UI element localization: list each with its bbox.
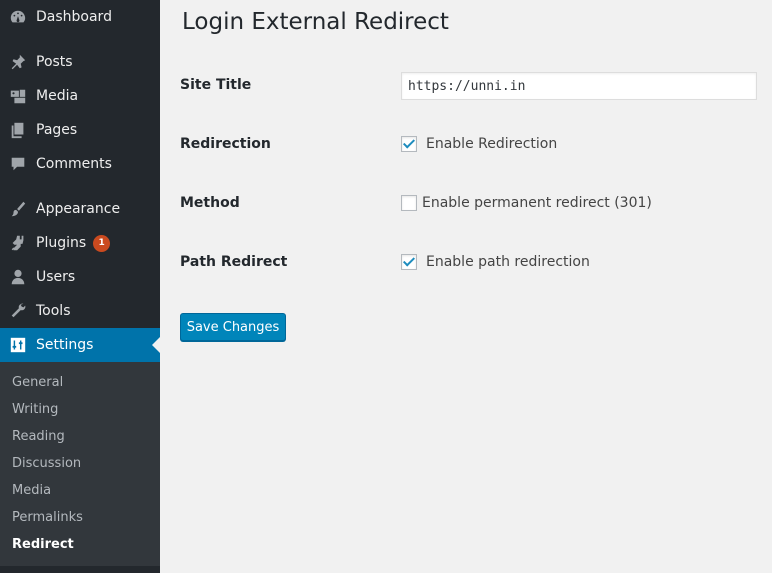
sidebar-item-posts[interactable]: Posts (0, 45, 160, 79)
media-icon (8, 86, 28, 106)
submenu-item-media[interactable]: Media (12, 483, 51, 498)
sidebar-item-label: Appearance (36, 201, 121, 217)
sidebar-item-label: Settings (36, 337, 94, 353)
page-title: Login External Redirect (182, 9, 449, 35)
sidebar-item-label: Media (36, 88, 79, 104)
sidebar-item-label: Dashboard (36, 9, 112, 25)
sidebar-item-comments[interactable]: Comments (0, 147, 160, 181)
save-changes-button[interactable]: Save Changes (180, 313, 286, 341)
settings-icon (8, 335, 28, 355)
sidebar-item-label: Users (36, 269, 76, 285)
redirection-option[interactable]: Enable Redirection (401, 136, 557, 152)
path-redirect-option-label: Enable path redirection (426, 254, 590, 270)
sidebar-item-plugins[interactable]: Plugins 1 (0, 226, 160, 260)
sidebar-item-dashboard[interactable]: Dashboard (0, 0, 160, 34)
sidebar-item-tools[interactable]: Tools (0, 294, 160, 328)
user-icon (8, 267, 28, 287)
sidebar-item-label: Pages (36, 122, 78, 138)
path-redirect-checkbox[interactable] (401, 254, 417, 270)
submenu-item-writing[interactable]: Writing (12, 402, 58, 417)
pages-icon (8, 120, 28, 140)
admin-sidebar: Dashboard Posts Media Pages Comments App… (0, 0, 160, 573)
submenu-item-redirect[interactable]: Redirect (12, 537, 74, 552)
redirection-checkbox[interactable] (401, 136, 417, 152)
path-redirect-label: Path Redirect (180, 254, 288, 270)
sidebar-item-pages[interactable]: Pages (0, 113, 160, 147)
wrench-icon (8, 301, 28, 321)
method-option[interactable]: Enable permanent redirect (301) (401, 195, 652, 211)
sidebar-item-settings[interactable]: Settings (0, 328, 160, 362)
site-title-input[interactable] (401, 72, 757, 100)
redirection-option-label: Enable Redirection (426, 136, 558, 152)
submenu-item-reading[interactable]: Reading (12, 429, 65, 444)
sidebar-item-label: Plugins (36, 235, 87, 251)
sidebar-item-label: Comments (36, 156, 112, 172)
redirection-label: Redirection (180, 136, 271, 152)
comment-icon (8, 154, 28, 174)
sidebar-item-media[interactable]: Media (0, 79, 160, 113)
plugin-icon (8, 233, 28, 253)
sidebar-item-users[interactable]: Users (0, 260, 160, 294)
method-option-label: Enable permanent redirect (301) (422, 195, 652, 211)
path-redirect-option[interactable]: Enable path redirection (401, 254, 590, 270)
submenu-item-general[interactable]: General (12, 375, 63, 390)
submenu-item-permalinks[interactable]: Permalinks (12, 510, 83, 525)
settings-submenu: General Writing Reading Discussion Media… (0, 362, 160, 566)
pin-icon (8, 52, 28, 72)
plugin-update-badge: 1 (93, 234, 111, 252)
site-title-label: Site Title (180, 77, 252, 93)
paintbrush-icon (8, 199, 28, 219)
sidebar-item-label: Tools (36, 303, 71, 319)
dashboard-icon (8, 7, 28, 27)
submenu-item-discussion[interactable]: Discussion (12, 456, 81, 471)
sidebar-item-appearance[interactable]: Appearance (0, 192, 160, 226)
permanent-redirect-checkbox[interactable] (401, 195, 417, 211)
sidebar-item-label: Posts (36, 54, 73, 70)
method-label: Method (180, 195, 240, 211)
